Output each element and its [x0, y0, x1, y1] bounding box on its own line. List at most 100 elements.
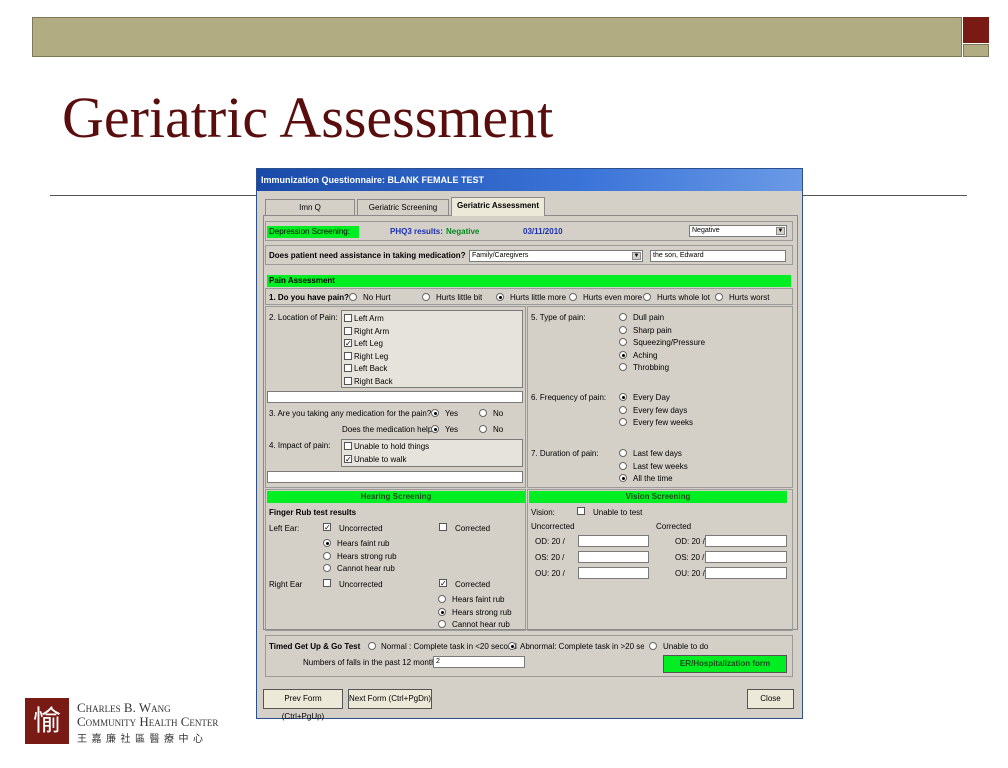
- slide-title: Geriatric Assessment: [62, 85, 554, 150]
- pain-frequency-label-every-day: Every Day: [633, 393, 670, 402]
- depression-label: Depression Screening:: [267, 226, 359, 238]
- tug-abnormal-label: Abnormal: Complete task in >20 secor: [520, 642, 644, 651]
- pain-frequency-radio-every-few-days[interactable]: [619, 405, 627, 414]
- vision-uncorrected-input[interactable]: [578, 551, 649, 563]
- pain-q1-radio-hurts-whole-lot[interactable]: [643, 293, 651, 301]
- left-ear-radio-cannot-hear-rub[interactable]: [323, 564, 331, 572]
- pain-location-other-input[interactable]: [267, 391, 523, 403]
- location-label-left-back: Left Back: [354, 364, 388, 373]
- pain-q1-radio-hurts-worst[interactable]: [715, 293, 723, 301]
- vision-corrected-label: Corrected: [656, 522, 692, 531]
- pain-type-label-sharp-pain: Sharp pain: [633, 325, 672, 335]
- er-hospitalization-button[interactable]: ER/Hospitalization form: [663, 655, 787, 673]
- right-ear-radio-hears-strong-rub[interactable]: [438, 607, 446, 616]
- medication-assist-select[interactable]: Family/Caregivers ▼: [469, 250, 643, 262]
- pain-frequency-radio-every-few-weeks[interactable]: [619, 418, 627, 426]
- tug-abnormal-radio[interactable]: [508, 642, 516, 650]
- pain-frequency-radio-every-day[interactable]: [619, 393, 627, 401]
- falls-input[interactable]: 2: [433, 656, 525, 668]
- pain-type-radio-dull-pain[interactable]: [619, 313, 627, 321]
- pain-q4-label: 4. Impact of pain:: [269, 441, 331, 450]
- vision-label: Vision:: [531, 508, 555, 517]
- right-ear-uncorrected-checkbox[interactable]: [323, 579, 331, 587]
- pain-impact-other-input[interactable]: [267, 471, 523, 483]
- tab-imn-q[interactable]: Imn Q: [265, 199, 355, 215]
- left-ear-radio-hears-faint-rub[interactable]: [323, 539, 331, 547]
- pain-duration-label-last-few-weeks: Last few weeks: [633, 461, 688, 471]
- pain-q3b-no-radio[interactable]: [479, 425, 487, 433]
- vision-corrected-input[interactable]: [705, 567, 787, 579]
- impact-checkbox-unable-to-walk[interactable]: ✓: [344, 454, 352, 463]
- location-label-right-leg: Right Leg: [354, 351, 389, 361]
- location-checkbox-left-arm[interactable]: [344, 314, 352, 322]
- depression-select[interactable]: Negative ▼: [689, 225, 787, 237]
- left-ear-corrected-checkbox[interactable]: [439, 523, 447, 531]
- location-checkbox-left-leg[interactable]: ✓: [344, 339, 352, 348]
- tug-unable-radio[interactable]: [649, 642, 657, 650]
- tug-normal-label: Normal : Complete task in <20 second: [381, 642, 517, 651]
- vision-uncorrected-label: Uncorrected: [531, 522, 575, 531]
- pain-duration-radio-last-few-days[interactable]: [619, 449, 627, 457]
- window-titlebar: Immunization Questionnaire: BLANK FEMALE…: [257, 169, 802, 191]
- vision-uncorrected-input[interactable]: [578, 535, 649, 547]
- right-ear-label-cannot-hear-rub: Cannot hear rub: [452, 620, 510, 629]
- tug-normal-radio[interactable]: [368, 642, 376, 650]
- pain-duration-label-all-the-time: All the time: [633, 474, 673, 483]
- phq3-label: PHQ3 results:: [390, 227, 443, 236]
- pain-duration-radio-all-the-time[interactable]: [619, 474, 627, 482]
- right-ear-corrected-checkbox[interactable]: ✓: [439, 579, 447, 588]
- vision-unable-checkbox[interactable]: [577, 507, 585, 515]
- pain-q1-radio-hurts-little-more[interactable]: [496, 293, 504, 301]
- pain-frequency-label-every-few-days: Every few days: [633, 405, 688, 415]
- left-ear-uncorrected-checkbox[interactable]: ✓: [323, 523, 331, 532]
- medication-assist-text[interactable]: the son, Edward: [650, 250, 786, 262]
- pain-q6-label: 6. Frequency of pain:: [531, 393, 607, 402]
- chevron-down-icon: ▼: [776, 227, 785, 235]
- location-checkbox-right-back[interactable]: [344, 376, 352, 385]
- pain-q1-radio-hurts-even-more[interactable]: [569, 293, 577, 301]
- tab-geriatric-screening[interactable]: Geriatric Screening: [357, 199, 449, 215]
- vision-corrected-input[interactable]: [705, 535, 787, 547]
- chevron-down-icon: ▼: [632, 252, 641, 260]
- left-ear-label-hears-faint-rub: Hears faint rub: [337, 539, 390, 548]
- right-ear-radio-hears-faint-rub[interactable]: [438, 595, 446, 603]
- pain-q5-label: 5. Type of pain:: [531, 313, 586, 322]
- impact-label-unable-to-hold-things: Unable to hold things: [354, 442, 430, 451]
- pain-type-radio-squeezing-pressure[interactable]: [619, 338, 627, 346]
- pain-q3b-yes-radio[interactable]: [431, 425, 439, 433]
- right-ear-radio-cannot-hear-rub[interactable]: [438, 620, 446, 628]
- tab-geriatric-assessment[interactable]: Geriatric Assessment: [451, 197, 545, 216]
- pain-q3-yes-radio[interactable]: [431, 409, 439, 417]
- right-ear-corrected-label: Corrected: [455, 580, 491, 589]
- prev-form-button[interactable]: Prev Form (Ctrl+PgUp): [263, 689, 343, 721]
- pain-duration-radio-last-few-weeks[interactable]: [619, 461, 627, 470]
- vision-uncorrected-input[interactable]: [578, 567, 649, 579]
- questionnaire-window: Immunization Questionnaire: BLANK FEMALE…: [256, 168, 803, 721]
- pain-duration-label-last-few-days: Last few days: [633, 449, 682, 458]
- pain-q1-radio-hurts-little-bit[interactable]: [422, 293, 430, 301]
- pain-q3-no-radio[interactable]: [479, 409, 487, 417]
- location-checkbox-left-back[interactable]: [344, 364, 352, 372]
- vision-corrected-row-label: OU: 20 /: [675, 569, 705, 578]
- impact-checkbox-unable-to-hold-things[interactable]: [344, 442, 352, 450]
- next-form-button[interactable]: Next Form (Ctrl+PgDn): [348, 689, 432, 709]
- location-checkbox-right-leg[interactable]: [344, 351, 352, 360]
- pain-q1-label-hurts-worst: Hurts worst: [729, 293, 770, 302]
- left-ear-radio-hears-strong-rub[interactable]: [323, 551, 331, 560]
- pain-type-radio-throbbing[interactable]: [619, 363, 627, 371]
- left-ear-label-cannot-hear-rub: Cannot hear rub: [337, 564, 395, 573]
- pain-type-label-aching: Aching: [633, 350, 658, 360]
- right-ear-uncorrected-label: Uncorrected: [339, 580, 383, 589]
- right-ear-label: Right Ear: [269, 580, 303, 589]
- pain-type-radio-aching[interactable]: [619, 350, 627, 359]
- close-button[interactable]: Close: [747, 689, 794, 709]
- pain-q1-radio-no-hurt[interactable]: [349, 293, 357, 301]
- vision-corrected-input[interactable]: [705, 551, 787, 563]
- location-checkbox-right-arm[interactable]: [344, 326, 352, 335]
- slide-rule-right: [803, 195, 967, 196]
- pain-q2-label: 2. Location of Pain:: [269, 313, 338, 322]
- pain-type-radio-sharp-pain[interactable]: [619, 325, 627, 334]
- pain-frequency-label-every-few-weeks: Every few weeks: [633, 418, 694, 427]
- hearing-header: Hearing Screening: [267, 491, 525, 503]
- tug-label: Timed Get Up & Go Test: [269, 642, 361, 651]
